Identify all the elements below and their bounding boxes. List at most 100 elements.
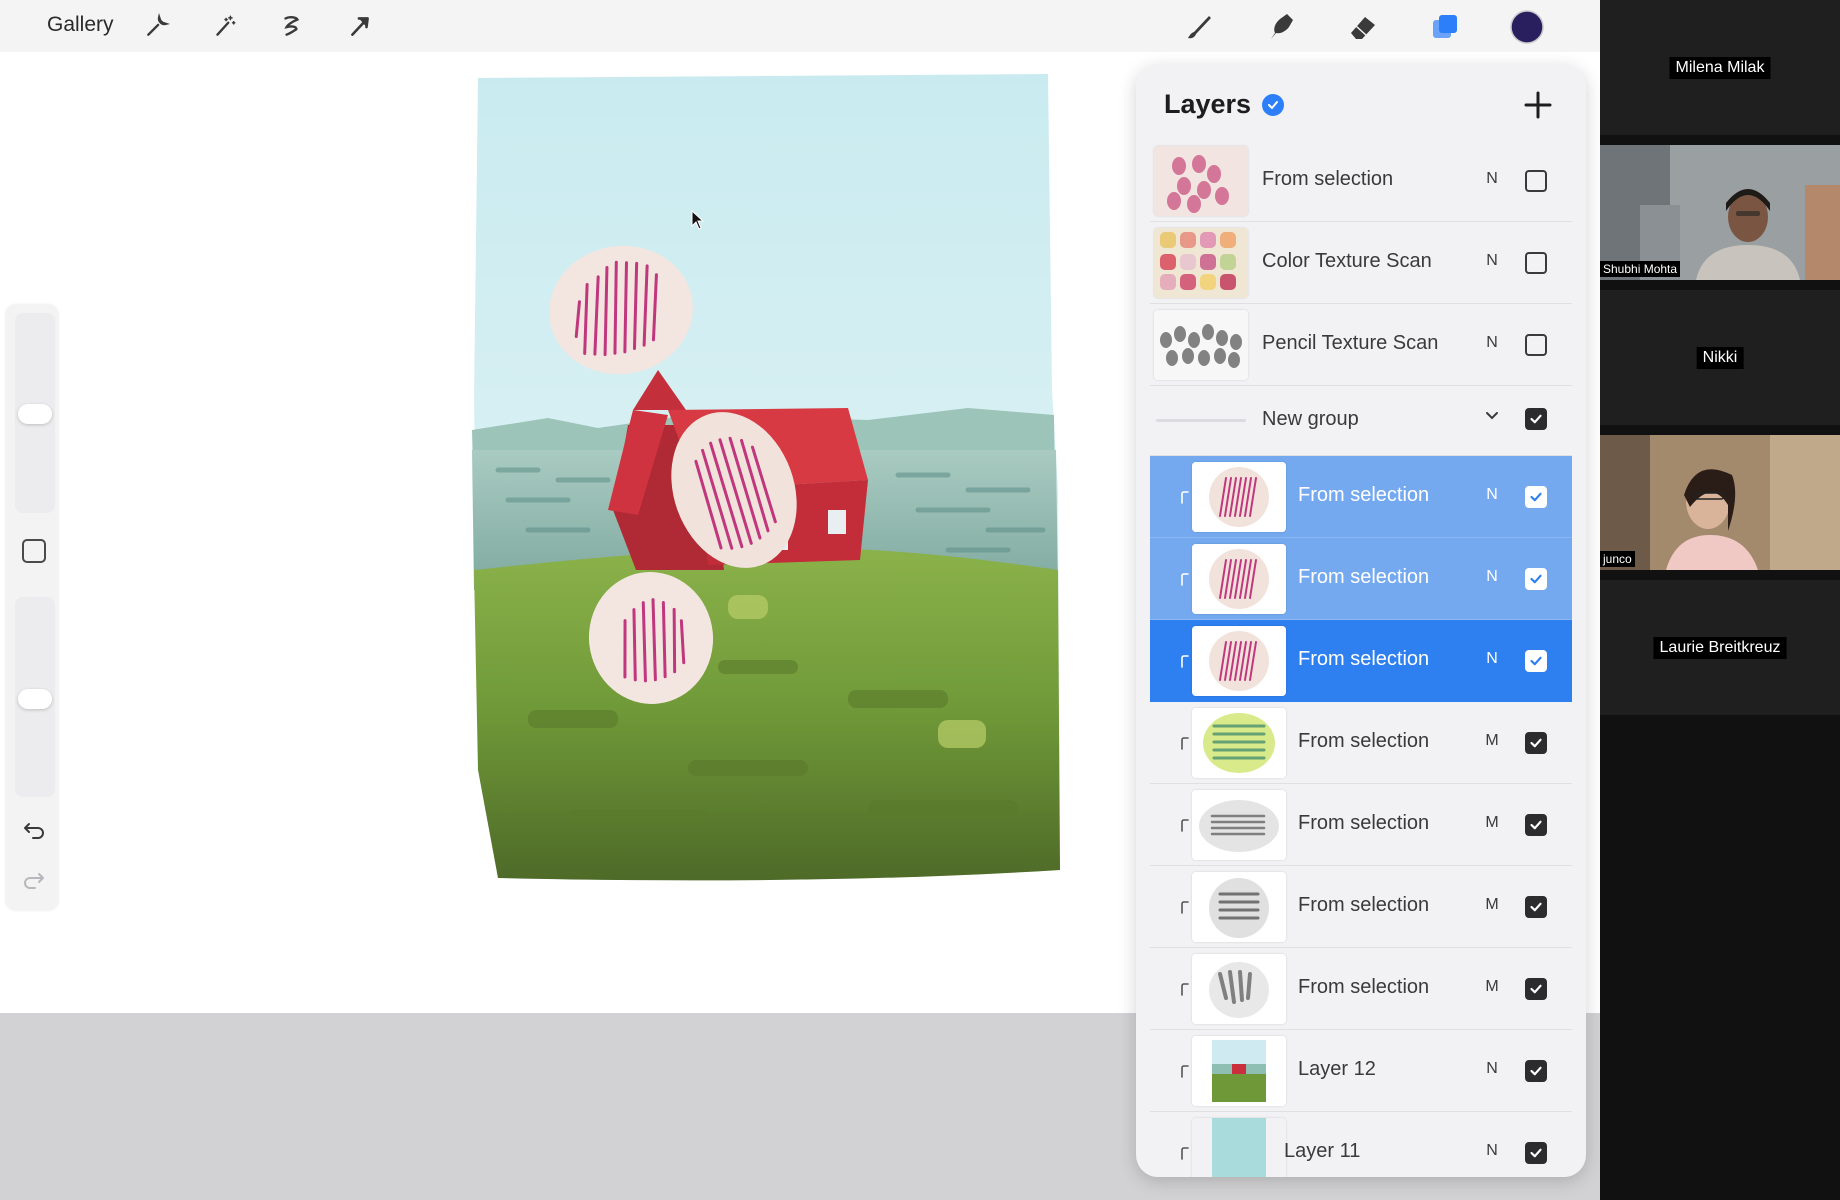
blend-mode-button[interactable]: N (1482, 1060, 1502, 1078)
blend-mode-button[interactable]: N (1482, 486, 1502, 504)
participant-name: Milena Milak (1669, 56, 1771, 79)
modify-button[interactable] (20, 537, 48, 565)
layer-row[interactable]: Layer 12 N (1150, 1030, 1572, 1112)
blend-mode-button[interactable]: N (1482, 650, 1502, 668)
layer-thumbnail[interactable] (1192, 872, 1286, 942)
layer-visibility-checkbox[interactable] (1525, 650, 1547, 672)
layer-thumbnail[interactable] (1192, 790, 1286, 860)
smudge-icon[interactable] (1260, 6, 1302, 48)
selection-icon[interactable] (276, 10, 308, 42)
undo-icon[interactable] (20, 817, 48, 845)
layer-row[interactable]: Layer 11 N (1150, 1112, 1572, 1177)
clipping-mask-icon (1180, 1146, 1190, 1160)
layer-visibility-checkbox[interactable] (1525, 732, 1547, 754)
layer-thumbnail[interactable] (1192, 544, 1286, 614)
blend-mode-button[interactable]: M (1482, 814, 1502, 832)
layer-visibility-checkbox[interactable] (1525, 1060, 1547, 1082)
layer-row[interactable]: From selection N (1150, 140, 1572, 222)
clipping-mask-icon (1180, 900, 1190, 914)
blend-mode-button[interactable]: N (1482, 252, 1502, 270)
layer-row[interactable]: From selection M (1150, 702, 1572, 784)
checkmark-badge-icon (1262, 94, 1284, 116)
layer-visibility-checkbox[interactable] (1525, 568, 1547, 590)
clipping-mask-icon (1180, 982, 1190, 996)
chevron-down-icon[interactable] (1482, 408, 1502, 429)
clipping-mask-icon (1180, 654, 1190, 668)
participant-tile[interactable]: Nikki (1600, 290, 1840, 425)
clipping-mask-icon (1180, 572, 1190, 586)
artwork[interactable] (468, 70, 1068, 885)
magic-wand-icon[interactable] (209, 10, 241, 42)
brush-size-handle[interactable] (18, 404, 52, 424)
layer-name: From selection (1298, 484, 1430, 506)
participant-tile[interactable]: Laurie Breitkreuz (1600, 580, 1840, 715)
wrench-icon[interactable] (141, 10, 173, 42)
opacity-handle[interactable] (18, 689, 52, 709)
layer-name: From selection (1298, 730, 1430, 752)
blend-mode-button[interactable]: N (1482, 334, 1502, 352)
layer-name: New group (1262, 408, 1359, 430)
blend-mode-button[interactable]: M (1482, 978, 1502, 996)
layer-thumbnail[interactable] (1192, 1118, 1286, 1177)
blend-mode-button[interactable]: M (1482, 896, 1502, 914)
procreate-app: Gallery Layers From selection N Color Te… (0, 0, 1600, 1200)
transform-arrow-icon[interactable] (344, 10, 376, 42)
layer-visibility-checkbox[interactable] (1525, 896, 1547, 918)
layer-name: Layer 12 (1298, 1058, 1376, 1080)
layer-row[interactable]: From selection N (1150, 620, 1572, 702)
layer-row[interactable]: From selection M (1150, 948, 1572, 1030)
layer-visibility-checkbox[interactable] (1525, 170, 1547, 192)
layer-thumbnail[interactable] (1192, 462, 1286, 532)
layer-name: From selection (1262, 168, 1394, 190)
layer-name: Color Texture Scan (1262, 250, 1432, 272)
add-layer-button[interactable] (1520, 87, 1556, 123)
cursor-icon (691, 210, 705, 230)
layer-visibility-checkbox[interactable] (1525, 408, 1547, 430)
participant-video (1600, 145, 1840, 280)
layer-thumbnail[interactable] (1154, 228, 1248, 298)
layer-row[interactable]: Pencil Texture Scan N (1150, 304, 1572, 386)
blend-mode-button[interactable]: M (1482, 732, 1502, 750)
layer-name: Layer 11 (1284, 1140, 1361, 1162)
blend-mode-button[interactable]: N (1482, 170, 1502, 188)
layer-row[interactable]: From selection N (1150, 538, 1572, 620)
layer-thumbnail[interactable] (1192, 954, 1286, 1024)
gallery-button[interactable]: Gallery (47, 13, 114, 37)
blend-mode-button[interactable]: N (1482, 568, 1502, 586)
layer-row[interactable]: From selection M (1150, 784, 1572, 866)
layer-thumbnail[interactable] (1192, 708, 1286, 778)
layer-row[interactable]: From selection M (1150, 866, 1572, 948)
layer-row[interactable]: Color Texture Scan N (1150, 222, 1572, 304)
layer-thumbnail[interactable] (1192, 626, 1286, 696)
layer-visibility-checkbox[interactable] (1525, 1142, 1547, 1164)
layers-icon[interactable] (1424, 6, 1466, 48)
layer-thumbnail[interactable] (1192, 1036, 1286, 1106)
layer-visibility-checkbox[interactable] (1525, 334, 1547, 356)
participant-name: Nikki (1696, 346, 1744, 369)
participant-tile[interactable]: Milena Milak (1600, 0, 1840, 135)
video-participants-panel: Milena Milak Shubhi Mohta Nikki junco Laur… (1600, 0, 1840, 1200)
clipping-mask-icon (1180, 490, 1190, 504)
clipping-mask-icon (1180, 736, 1190, 750)
layer-visibility-checkbox[interactable] (1525, 978, 1547, 1000)
redo-icon[interactable] (20, 867, 48, 895)
layer-thumbnail[interactable] (1154, 146, 1248, 216)
layer-visibility-checkbox[interactable] (1525, 252, 1547, 274)
layer-visibility-checkbox[interactable] (1525, 486, 1547, 508)
layer-thumbnail[interactable] (1154, 310, 1248, 380)
group-thumbnail (1156, 419, 1246, 422)
blend-mode-button[interactable]: N (1482, 1142, 1502, 1160)
layer-row[interactable]: From selection N (1150, 456, 1572, 538)
participant-tile[interactable]: Shubhi Mohta (1600, 145, 1840, 280)
participant-name: Shubhi Mohta (1600, 261, 1681, 277)
color-swatch[interactable] (1506, 6, 1548, 48)
layer-visibility-checkbox[interactable] (1525, 814, 1547, 836)
screen: Gallery Layers From selection N Color Te… (0, 0, 1840, 1200)
participant-tile[interactable]: junco (1600, 435, 1840, 570)
layers-panel: Layers From selection N Color Texture Scan… (1136, 65, 1586, 1177)
brush-icon[interactable] (1178, 6, 1220, 48)
layer-group-row[interactable]: New group (1150, 386, 1572, 456)
layer-name: From selection (1298, 648, 1430, 670)
layer-list: From selection N Color Texture Scan N Pencil… (1150, 140, 1572, 1177)
eraser-icon[interactable] (1342, 6, 1384, 48)
